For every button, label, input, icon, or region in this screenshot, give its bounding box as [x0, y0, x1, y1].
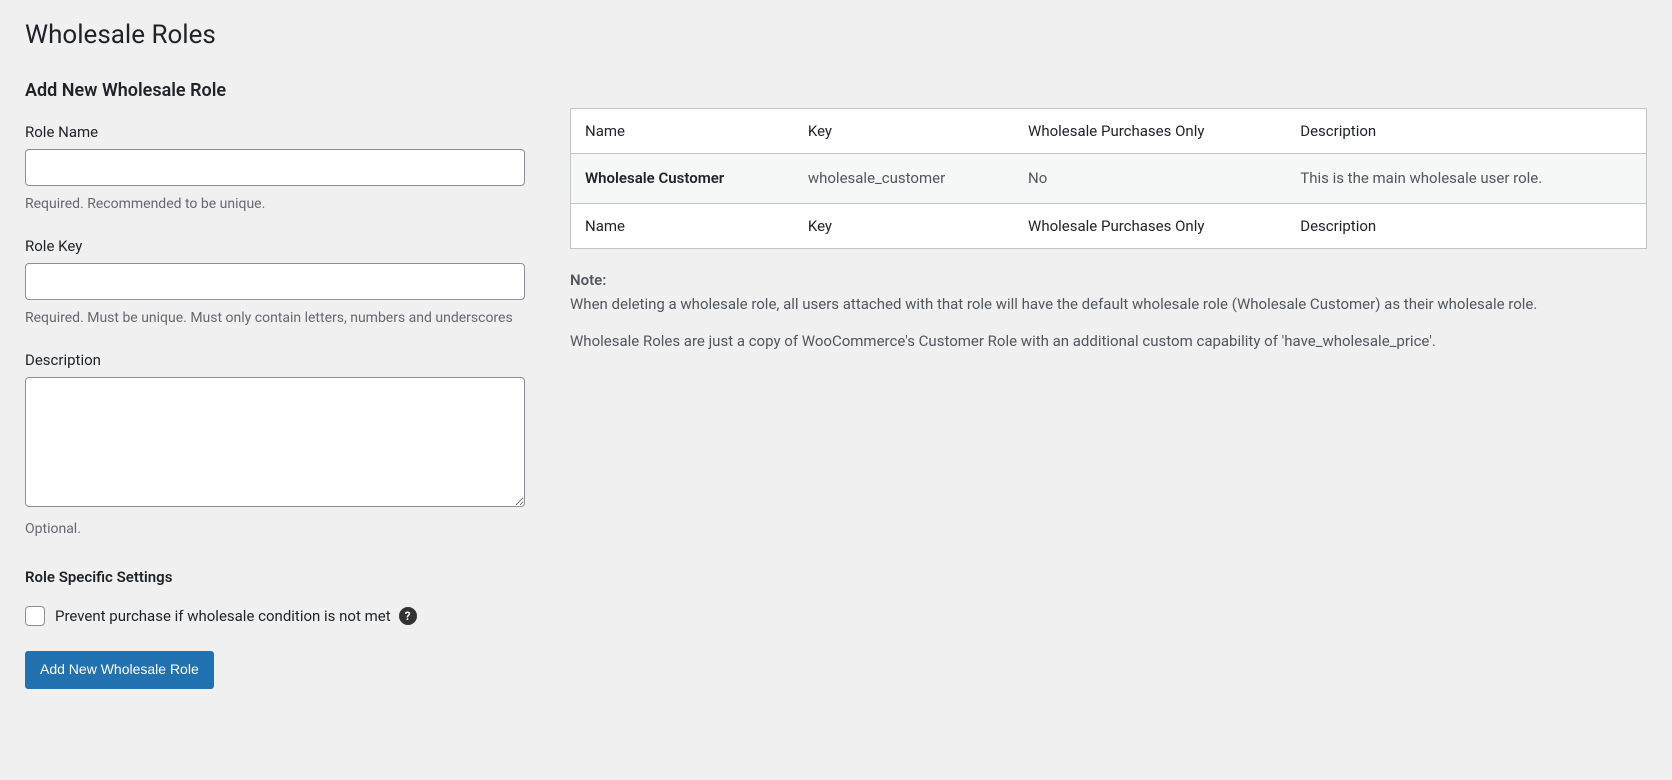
table-column: Name Key Wholesale Purchases Only Descri… — [570, 80, 1647, 367]
prevent-purchase-label-wrap: Prevent purchase if wholesale condition … — [55, 607, 417, 625]
role-key-label: Role Key — [25, 237, 525, 255]
role-name-field: Role Name Required. Recommended to be un… — [25, 123, 525, 215]
form-heading: Add New Wholesale Role — [25, 80, 525, 101]
page-title: Wholesale Roles — [25, 20, 1647, 50]
description-label: Description — [25, 351, 525, 369]
prevent-purchase-label: Prevent purchase if wholesale condition … — [55, 607, 391, 625]
cell-key: wholesale_customer — [794, 154, 1014, 204]
table-header-row: Name Key Wholesale Purchases Only Descri… — [571, 109, 1647, 154]
description-input[interactable] — [25, 377, 525, 507]
note-para-2: Wholesale Roles are just a copy of WooCo… — [570, 330, 1647, 353]
role-key-helper: Required. Must be unique. Must only cont… — [25, 308, 525, 329]
add-role-button[interactable]: Add New Wholesale Role — [25, 651, 214, 689]
prevent-purchase-checkbox[interactable] — [25, 606, 45, 626]
role-name-input[interactable] — [25, 149, 525, 186]
role-name-label: Role Name — [25, 123, 525, 141]
table-row[interactable]: Wholesale Customer wholesale_customer No… — [571, 154, 1647, 204]
roles-table: Name Key Wholesale Purchases Only Descri… — [570, 108, 1647, 249]
cell-name: Wholesale Customer — [571, 154, 794, 204]
help-icon[interactable]: ? — [399, 607, 417, 625]
cell-wholesale-only: No — [1014, 154, 1286, 204]
note-block: Note: When deleting a wholesale role, al… — [570, 271, 1647, 354]
role-key-field: Role Key Required. Must be unique. Must … — [25, 237, 525, 329]
layout-columns: Add New Wholesale Role Role Name Require… — [25, 80, 1647, 689]
description-field: Description Optional. — [25, 351, 525, 540]
fcol-description: Description — [1286, 203, 1646, 248]
description-helper: Optional. — [25, 519, 525, 540]
table-footer-row: Name Key Wholesale Purchases Only Descri… — [571, 203, 1647, 248]
cell-description: This is the main wholesale user role. — [1286, 154, 1646, 204]
role-name-helper: Required. Recommended to be unique. — [25, 194, 525, 215]
role-settings-heading: Role Specific Settings — [25, 568, 525, 586]
fcol-name: Name — [571, 203, 794, 248]
col-name: Name — [571, 109, 794, 154]
col-description: Description — [1286, 109, 1646, 154]
fcol-wholesale-only: Wholesale Purchases Only — [1014, 203, 1286, 248]
note-heading: Note: — [570, 271, 1647, 289]
col-wholesale-only: Wholesale Purchases Only — [1014, 109, 1286, 154]
col-key: Key — [794, 109, 1014, 154]
form-column: Add New Wholesale Role Role Name Require… — [25, 80, 525, 689]
role-key-input[interactable] — [25, 263, 525, 300]
note-para-1: When deleting a wholesale role, all user… — [570, 293, 1647, 316]
prevent-purchase-row: Prevent purchase if wholesale condition … — [25, 606, 525, 626]
fcol-key: Key — [794, 203, 1014, 248]
